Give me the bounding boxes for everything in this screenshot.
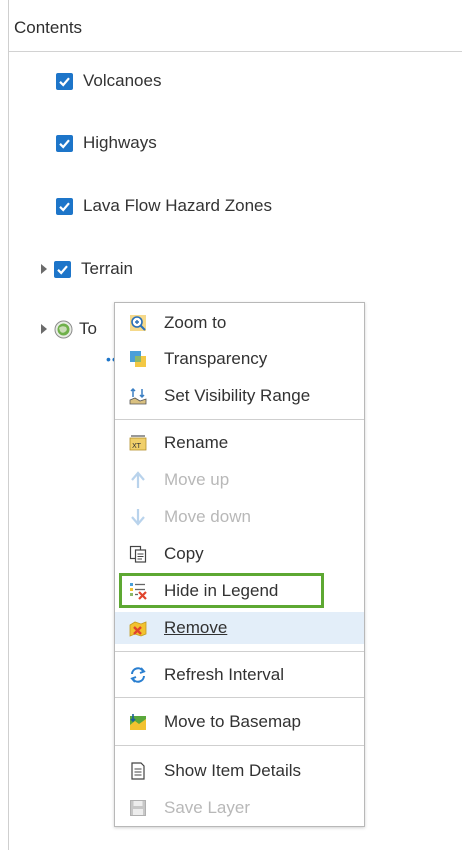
item-details-icon	[131, 762, 145, 780]
svg-text:XT: XT	[132, 442, 142, 450]
menu-item-hide-in-legend[interactable]: Hide in Legend	[115, 575, 364, 607]
menu-item-set-visibility-range[interactable]: Set Visibility Range	[115, 380, 364, 412]
layer-checkbox[interactable]	[56, 72, 73, 90]
menu-item-move-down[interactable]: Move down	[115, 501, 364, 533]
checkmark-icon	[57, 264, 68, 275]
menu-item-label: Hide in Legend	[164, 581, 279, 600]
layer-checkbox[interactable]	[54, 260, 71, 278]
menu-divider	[115, 697, 364, 698]
menu-item-show-item-details[interactable]: Show Item Details	[115, 755, 364, 787]
menu-item-remove[interactable]: Remove	[115, 612, 364, 644]
menu-item-label: Remove	[164, 618, 228, 637]
menu-item-copy[interactable]: Copy	[115, 538, 364, 570]
arrow-up-icon	[131, 471, 145, 488]
menu-divider	[115, 745, 364, 746]
menu-item-transparency[interactable]: Transparency	[115, 343, 364, 375]
layer-checkbox[interactable]	[56, 134, 73, 152]
layer-label: To	[79, 319, 97, 338]
visibility-range-icon	[129, 387, 147, 405]
layer-item-terrain[interactable]: Terrain	[41, 257, 133, 281]
menu-item-label: Rename	[164, 433, 229, 452]
contents-header: Contents	[9, 0, 462, 52]
layer-item-highways[interactable]: Highways	[56, 131, 157, 155]
copy-icon	[129, 545, 147, 563]
expand-arrow-icon[interactable]	[41, 264, 47, 274]
menu-item-refresh-interval[interactable]: Refresh Interval	[115, 659, 364, 691]
menu-divider	[115, 419, 364, 420]
menu-divider	[115, 651, 364, 652]
menu-item-label: Show Item Details	[164, 761, 301, 780]
layer-item-basemap[interactable]: To	[41, 317, 97, 341]
page-title: Contents	[14, 18, 83, 37]
menu-item-label: Move down	[164, 507, 251, 526]
globe-icon	[54, 320, 73, 338]
menu-item-label: Transparency	[164, 349, 268, 368]
checkmark-icon	[59, 76, 70, 87]
checkmark-icon	[59, 138, 70, 149]
save-icon	[130, 800, 146, 816]
menu-item-label: Move up	[164, 470, 230, 489]
menu-item-label: Zoom to	[164, 313, 227, 332]
layer-item-volcanoes[interactable]: Volcanoes	[56, 69, 161, 93]
layer-item-lava-flow-hazard-zones[interactable]: Lava Flow Hazard Zones	[56, 194, 272, 218]
transparency-icon	[130, 351, 146, 367]
menu-item-label: Copy	[164, 544, 204, 563]
menu-item-label: Move to Basemap	[164, 712, 302, 731]
menu-item-save-layer[interactable]: Save Layer	[115, 792, 364, 824]
move-to-basemap-icon	[130, 714, 146, 730]
menu-item-move-up[interactable]: Move up	[115, 464, 364, 496]
menu-item-zoom-to[interactable]: Zoom to	[115, 307, 364, 339]
menu-item-label: Set Visibility Range	[164, 386, 311, 405]
menu-item-label: Save Layer	[164, 798, 250, 817]
remove-icon	[129, 621, 147, 637]
menu-item-label: Refresh Interval	[164, 665, 284, 684]
layer-label: Lava Flow Hazard Zones	[83, 196, 272, 215]
arrow-down-icon	[131, 509, 145, 526]
expand-arrow-icon[interactable]	[41, 324, 47, 334]
menu-item-rename[interactable]: XT Rename	[115, 427, 364, 459]
menu-item-move-to-basemap[interactable]: Move to Basemap	[115, 706, 364, 738]
rename-icon: XT	[129, 435, 147, 451]
refresh-icon	[130, 667, 146, 683]
layer-label: Terrain	[81, 259, 133, 278]
layer-checkbox[interactable]	[56, 197, 73, 215]
layer-label: Highways	[83, 133, 157, 152]
hide-in-legend-icon	[130, 583, 147, 600]
checkmark-icon	[59, 201, 70, 212]
layer-context-menu: Zoom to Transparency Set Visibility Rang…	[114, 302, 365, 827]
layer-label: Volcanoes	[83, 71, 162, 90]
zoom-to-icon	[130, 315, 146, 331]
